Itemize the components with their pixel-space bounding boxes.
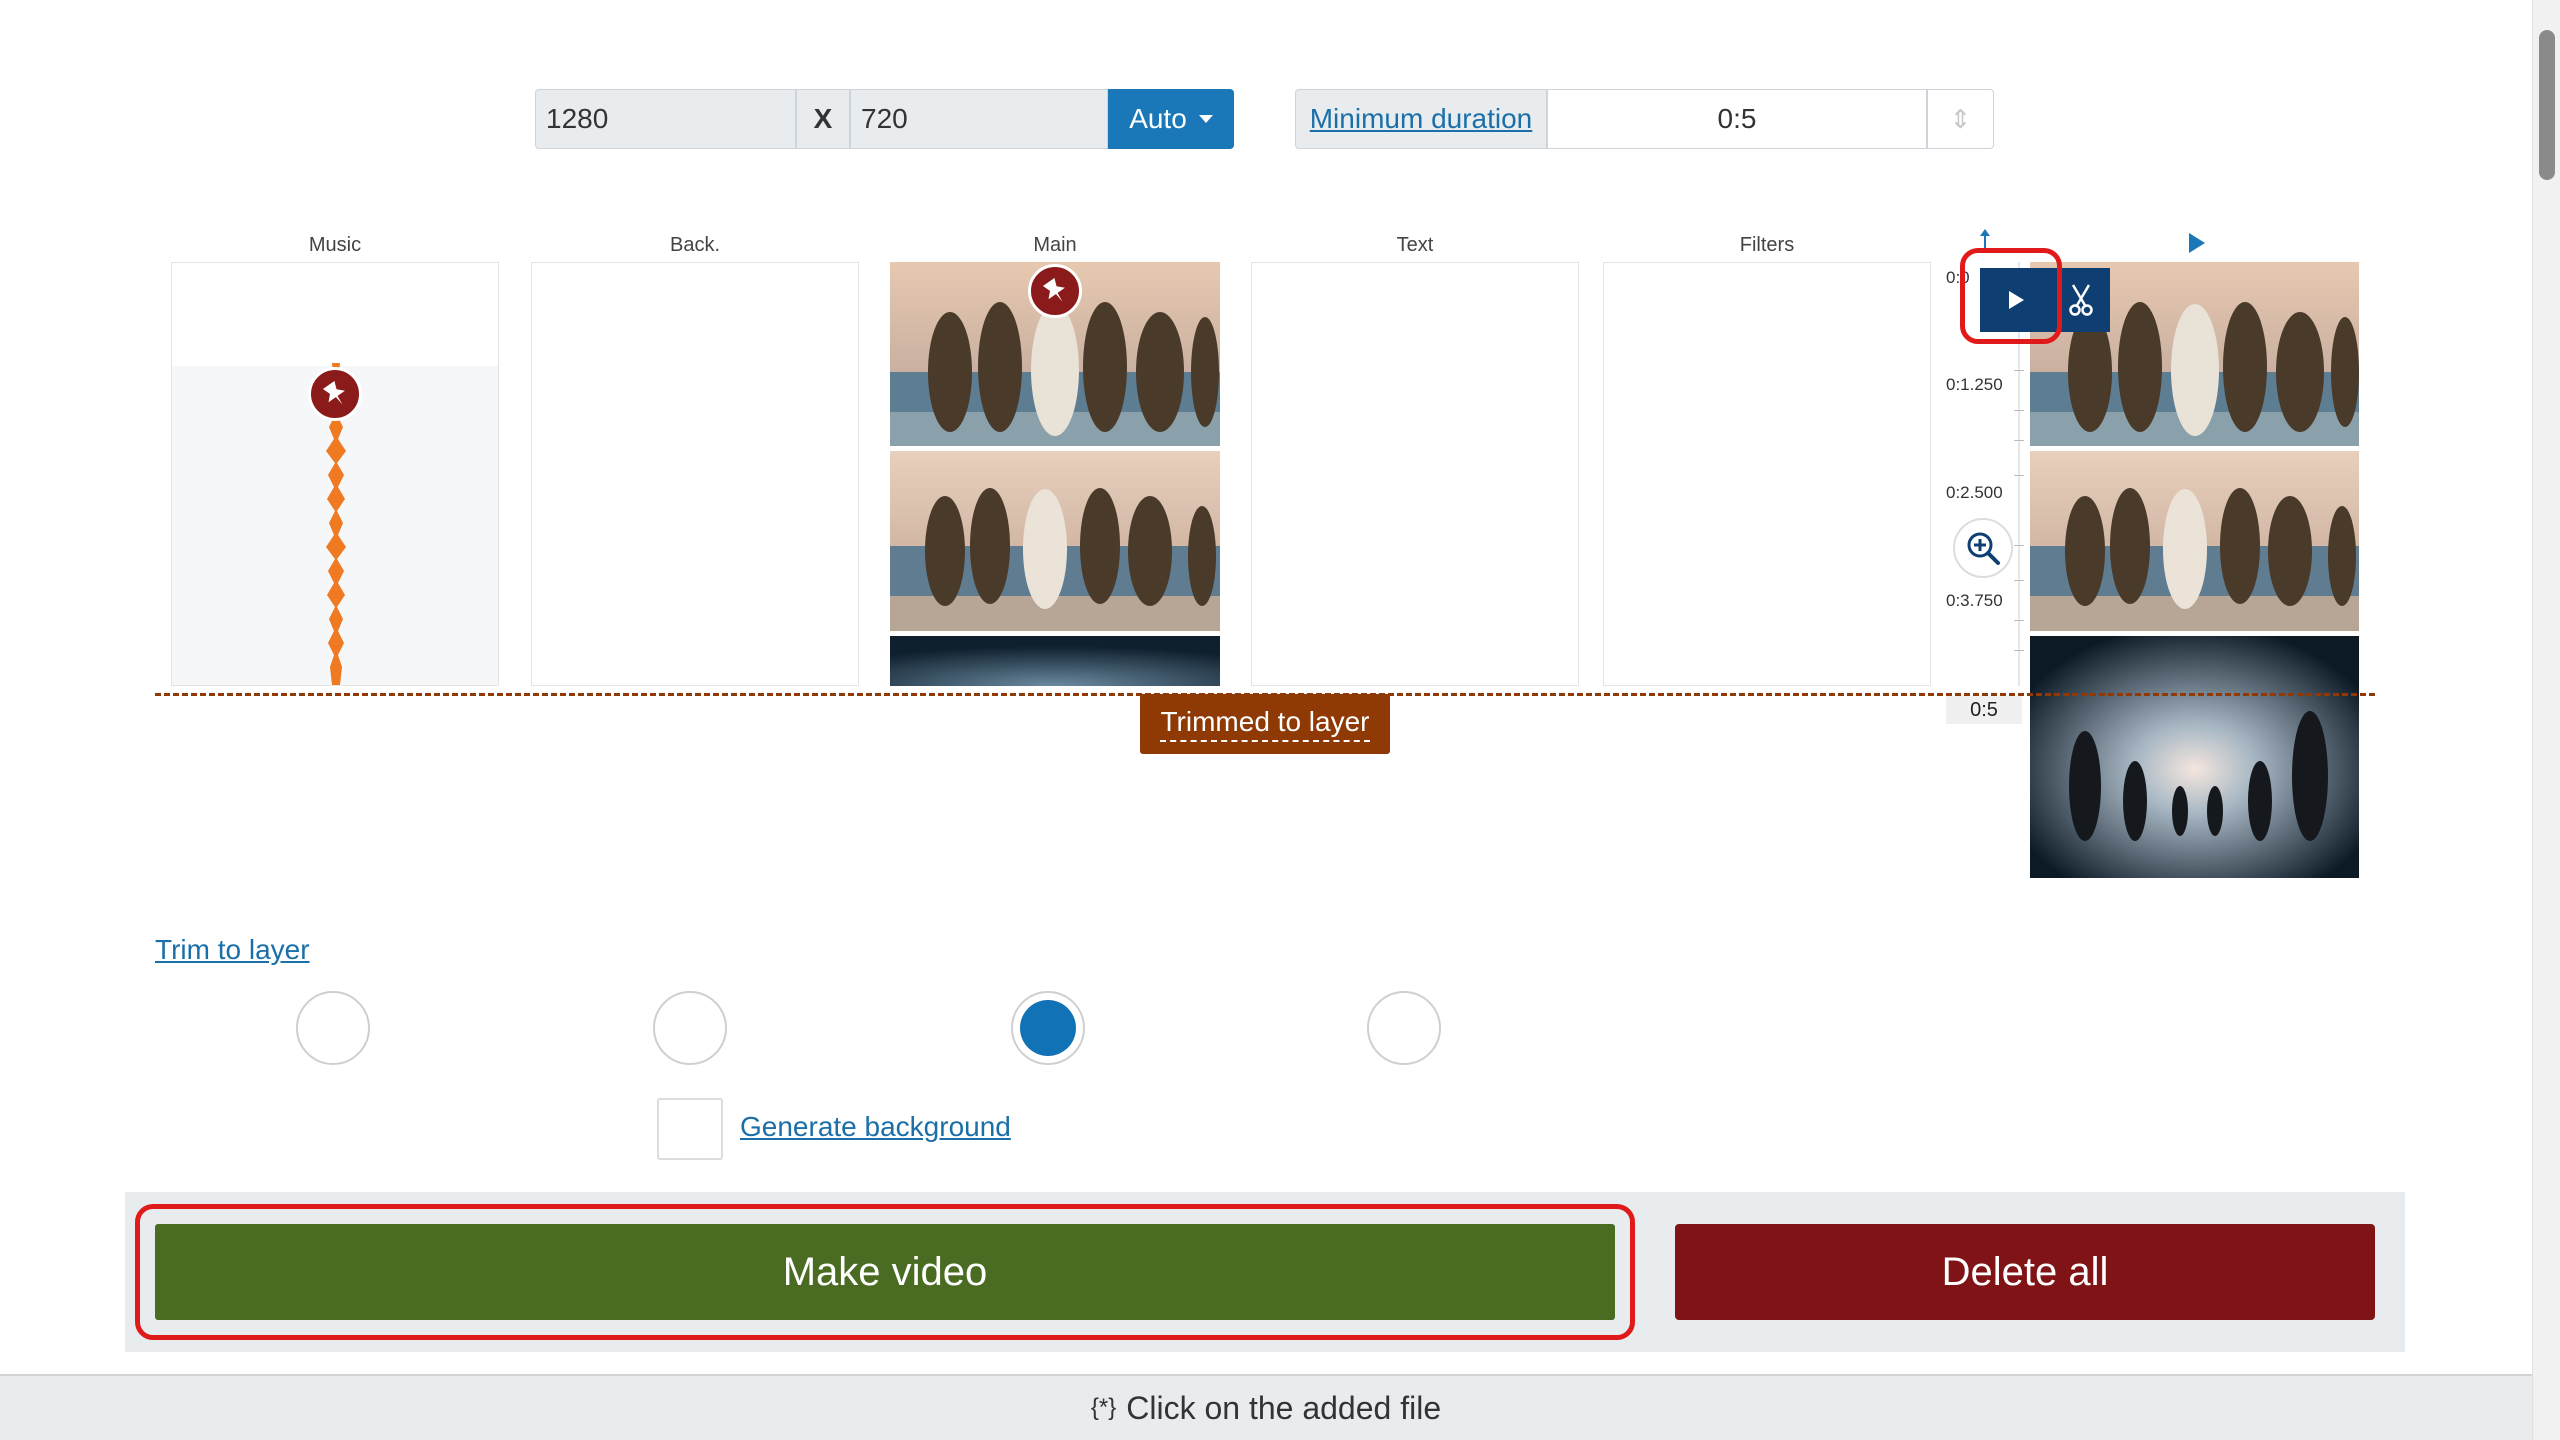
time-label: 0:3.750 (1946, 591, 2003, 610)
statues-beach-image-2 (2030, 451, 2359, 631)
column-label-music: Music (308, 234, 362, 256)
text-layer-column[interactable] (1251, 262, 1579, 686)
trim-radio-music[interactable] (296, 991, 370, 1065)
height-input[interactable]: 720 (850, 89, 1108, 149)
column-label-text: Text (1396, 234, 1434, 256)
pin-marker-music[interactable] (308, 367, 362, 421)
zoom-in-button[interactable] (1953, 518, 2013, 578)
trim-radio-main[interactable] (1011, 991, 1085, 1065)
trim-radio-text[interactable] (1367, 991, 1441, 1065)
caret-down-icon (1198, 115, 1213, 123)
main-clip-thumbnail-3[interactable] (890, 636, 1220, 686)
footer-hint: {*} Click on the added file (0, 1374, 2532, 1440)
click-hint-icon: {*} (1090, 1394, 1117, 1421)
trim-to-layer-link[interactable]: Trim to layer (155, 934, 310, 966)
scissors-icon (2069, 284, 2093, 316)
tunnel-statues-image (2030, 636, 2359, 878)
trim-radio-back[interactable] (653, 991, 727, 1065)
up-down-arrows-icon: ⇕ (1949, 103, 1972, 134)
pin-icon (322, 380, 345, 405)
dimension-separator: X (796, 89, 850, 149)
pin-marker-main[interactable] (1028, 264, 1082, 318)
time-label: 0:2.500 (1946, 483, 2003, 502)
column-label-filters: Filters (1739, 234, 1795, 256)
trimmed-to-layer-badge[interactable]: Trimmed to layer (1140, 694, 1390, 754)
minimum-duration-link[interactable]: Minimum duration (1295, 89, 1547, 149)
tunnel-image-partial (890, 636, 1220, 686)
column-label-main: Main (1033, 234, 1077, 256)
preview-thumbnail-3[interactable] (2030, 636, 2359, 878)
delete-all-button[interactable]: Delete all (1675, 1224, 2375, 1320)
arrow-up-icon (1980, 229, 1990, 249)
resolution-mode-dropdown[interactable]: Auto (1108, 89, 1234, 149)
scrollbar-thumb[interactable] (2539, 30, 2555, 180)
width-input[interactable]: 1280 (535, 89, 796, 149)
footer-hint-text: Click on the added file (1126, 1389, 1442, 1426)
background-layer-column[interactable] (531, 262, 859, 686)
statues-beach-image-2 (890, 451, 1220, 631)
music-layer-column[interactable] (171, 262, 499, 686)
time-label: 0:1.250 (1946, 375, 2003, 394)
vertical-scrollbar[interactable] (2532, 0, 2560, 1440)
generate-background-checkbox[interactable] (657, 1098, 723, 1160)
width-value: 1280 (546, 103, 609, 134)
generate-background-link[interactable]: Generate background (740, 1111, 1011, 1143)
filters-layer-column[interactable] (1603, 262, 1931, 686)
height-value: 720 (861, 103, 908, 134)
zoom-in-icon (1967, 532, 2000, 565)
highlight-ring-play (1960, 248, 2062, 344)
main-clip-thumbnail-2[interactable] (890, 451, 1220, 631)
pin-icon (1042, 277, 1065, 302)
duration-spinner[interactable]: ⇕ (1927, 89, 1994, 149)
column-label-back: Back. (669, 234, 721, 256)
highlight-ring-make-video (135, 1204, 1635, 1340)
main-layer-column[interactable] (890, 262, 1220, 686)
minimum-duration-input[interactable]: 0:5 (1547, 89, 1927, 149)
preview-play-icon[interactable] (2187, 232, 2207, 259)
resolution-mode-label: Auto (1129, 103, 1187, 134)
time-label-end: 0:5 (1946, 696, 2022, 724)
preview-thumbnail-2[interactable] (2030, 451, 2359, 631)
